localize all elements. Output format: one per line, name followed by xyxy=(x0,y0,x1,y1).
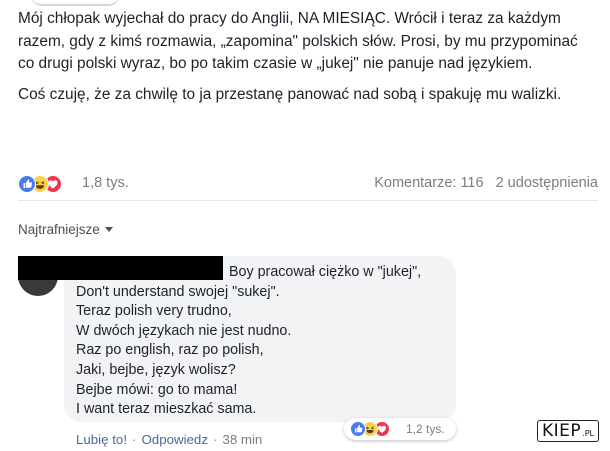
like-comment-link[interactable]: Lubię to! xyxy=(76,432,127,447)
comment-body: Boy pracował ciężko w "jukej", Don't und… xyxy=(76,263,456,420)
comments-count-link[interactable]: Komentarze: 116 xyxy=(374,175,483,191)
caret-down-icon xyxy=(104,227,113,232)
post-body: Mój chłopak wyjechał do pracy do Anglii,… xyxy=(18,8,598,114)
watermark-domain: .PL xyxy=(582,429,594,438)
comment-line: Teraz polish very trudno, xyxy=(76,303,232,320)
kiep-watermark-logo: KIEP .PL xyxy=(537,420,599,442)
comment-sort-dropdown[interactable]: Najtrafniejsze xyxy=(18,222,113,237)
comment-line: I want teraz mieszkać sama. xyxy=(76,401,257,418)
separator-dot: · xyxy=(212,432,218,447)
comment-line: Jaki, bejbe, język wolisz? xyxy=(76,361,236,378)
reply-link[interactable]: Odpowiedz xyxy=(141,432,208,447)
comment-line: Boy pracował ciężko w "jukej", xyxy=(229,264,422,280)
divider xyxy=(18,200,598,201)
comment-line: Raz po english, raz po polish, xyxy=(76,342,264,359)
sort-label: Najtrafniejsze xyxy=(18,222,100,237)
like-icon xyxy=(350,421,366,437)
post-stats: Komentarze: 116 2 udostępnienia xyxy=(366,175,598,191)
post-reactions-row: 1,8 tys. Komentarze: 116 2 udostępnienia xyxy=(18,174,598,194)
comment-line: Bejbe mówi: go to mama! xyxy=(76,381,238,398)
comment-reactions-badge[interactable]: 1,2 tys. xyxy=(344,418,456,440)
previous-post-edge xyxy=(30,0,120,6)
like-icon xyxy=(18,175,36,193)
reaction-icons[interactable] xyxy=(18,174,78,194)
post-paragraph-1: Mój chłopak wyjechał do pracy do Anglii,… xyxy=(18,10,578,73)
post-reaction-count[interactable]: 1,8 tys. xyxy=(82,175,129,191)
watermark-text: KIEP xyxy=(542,421,582,441)
comment-line: W dwóch językach nie jest nudno. xyxy=(76,322,292,339)
comment-timestamp[interactable]: 38 min xyxy=(222,432,262,447)
comment-actions: Lubię to! · Odpowiedz · 38 min xyxy=(76,432,262,447)
comment-line: Don't understand swojej "sukej". xyxy=(76,283,280,300)
separator-dot: · xyxy=(132,432,137,447)
shares-count-link[interactable]: 2 udostępnienia xyxy=(496,175,598,191)
comment-reaction-count: 1,2 tys. xyxy=(406,422,445,436)
post-paragraph-2: Coś czuję, że za chwilę to ja przestanę … xyxy=(18,85,562,103)
